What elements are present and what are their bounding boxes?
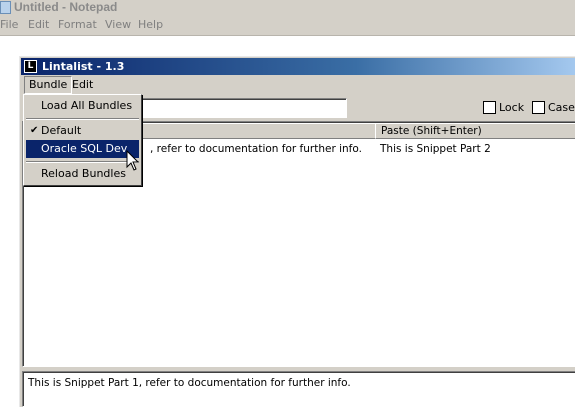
notepad-title-bar[interactable]: Untitled - Notepad	[0, 0, 575, 15]
row-snippet-part1: , refer to documentation for further inf…	[150, 143, 362, 155]
case-checkbox[interactable]: Case	[532, 101, 575, 115]
menu-edit[interactable]: Edit	[68, 77, 97, 93]
menu-item-load-all-bundles[interactable]: Load All Bundles	[26, 97, 139, 115]
lock-checkbox-label: Lock	[499, 101, 525, 114]
mouse-pointer-icon	[126, 150, 140, 171]
menu-item-default[interactable]: ✔ Default	[26, 122, 139, 140]
bundle-dropdown-menu: Load All Bundles ✔ Default Oracle SQL De…	[23, 94, 142, 186]
menu-item-default-label: Default	[41, 124, 82, 137]
notepad-icon	[0, 1, 11, 14]
lintalist-app-icon: L	[24, 60, 37, 73]
case-checkbox-label: Case	[548, 101, 575, 114]
menu-separator	[26, 161, 139, 163]
notepad-menu-help[interactable]: Help	[138, 18, 163, 31]
menu-bundle[interactable]: Bundle	[24, 76, 73, 94]
notepad-menu-file[interactable]: File	[0, 18, 18, 31]
lintalist-title: Lintalist - 1.3	[42, 60, 125, 73]
lintalist-menubar: Bundle Edit	[21, 76, 575, 95]
menu-item-load-all-bundles-label: Load All Bundles	[41, 99, 133, 112]
checkmark-icon: ✔	[30, 125, 39, 136]
notepad-menu-edit[interactable]: Edit	[28, 18, 49, 31]
lock-checkbox-box[interactable]	[483, 101, 496, 114]
lock-checkbox[interactable]: Lock	[483, 101, 527, 115]
menu-item-reload-bundles[interactable]: Reload Bundles	[26, 165, 139, 183]
notepad-menubar: File Edit Format View Help	[0, 15, 575, 36]
menu-item-reload-bundles-label: Reload Bundles	[41, 167, 126, 180]
column-header-paste[interactable]: Paste (Shift+Enter)	[375, 123, 575, 139]
notepad-title: Untitled - Notepad	[14, 0, 118, 14]
preview-text: This is Snippet Part 1, refer to documen…	[28, 377, 351, 389]
notepad-menu-format[interactable]: Format	[58, 18, 97, 31]
row-snippet-part2: This is Snippet Part 2	[380, 143, 491, 155]
case-checkbox-box[interactable]	[532, 101, 545, 114]
menu-item-oracle-sql-dev-label: Oracle SQL Dev	[41, 142, 128, 155]
notepad-menu-view[interactable]: View	[105, 18, 131, 31]
menu-separator	[26, 118, 139, 120]
search-input[interactable]	[140, 98, 347, 118]
menu-item-oracle-sql-dev[interactable]: Oracle SQL Dev	[26, 140, 139, 158]
lintalist-title-bar[interactable]: L Lintalist - 1.3	[21, 58, 575, 75]
